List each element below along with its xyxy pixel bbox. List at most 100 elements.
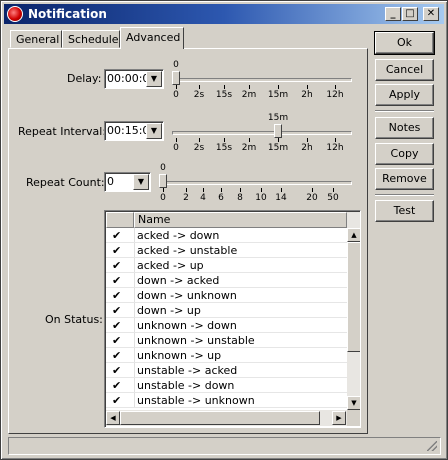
tick-label: 2m: [241, 90, 257, 100]
vertical-scrollbar[interactable]: ▲ ▼: [347, 212, 360, 410]
checkmark-icon[interactable]: ✔: [112, 348, 121, 363]
list-item[interactable]: ✔ down -> up: [106, 303, 347, 318]
grid-line: [106, 407, 347, 408]
repeat-count-slider-value: 0: [160, 163, 166, 173]
checkmark-icon[interactable]: ✔: [112, 318, 121, 333]
tick-label: 0: [160, 193, 166, 203]
grid-line: [134, 243, 135, 258]
list-item[interactable]: ✔ acked -> unstable: [106, 243, 347, 258]
status-bar: [8, 437, 441, 455]
name-column-header[interactable]: Name: [134, 212, 347, 228]
list-item[interactable]: ✔ unknown -> down: [106, 318, 347, 333]
list-item[interactable]: ✔ unknown -> unstable: [106, 333, 347, 348]
checkmark-icon[interactable]: ✔: [112, 288, 121, 303]
tick-label: 15m: [267, 90, 289, 100]
list-item-name: down -> unknown: [137, 289, 237, 302]
list-item-name: down -> up: [137, 304, 201, 317]
checkmark-icon[interactable]: ✔: [112, 303, 121, 318]
tab-general[interactable]: General: [10, 30, 62, 48]
tick-label: 0: [173, 143, 179, 153]
checkmark-icon[interactable]: ✔: [112, 258, 121, 273]
checkmark-icon[interactable]: ✔: [112, 333, 121, 348]
tick-label: 12h: [326, 90, 344, 100]
list-item-name: unknown -> unstable: [137, 334, 255, 347]
list-item[interactable]: ✔ down -> acked: [106, 273, 347, 288]
list-item[interactable]: ✔ acked -> up: [106, 258, 347, 273]
checkmark-icon[interactable]: ✔: [112, 273, 121, 288]
scroll-up-button[interactable]: ▲: [347, 228, 360, 242]
repeat-count-combo[interactable]: 0 ▼: [104, 172, 151, 192]
scroll-left-button[interactable]: ◀: [106, 411, 120, 425]
tick-mark: [278, 85, 279, 89]
apply-button[interactable]: Apply: [375, 84, 434, 106]
tick-mark: [224, 138, 225, 142]
tick-mark: [163, 188, 164, 192]
checkmark-icon[interactable]: ✔: [112, 393, 121, 408]
horizontal-scrollbar[interactable]: ◀ ▶: [106, 410, 347, 426]
checkmark-icon[interactable]: ✔: [112, 363, 121, 378]
list-item[interactable]: ✔ unknown -> up: [106, 348, 347, 363]
tick-mark: [249, 138, 250, 142]
tick-label: 2s: [193, 90, 205, 100]
list-item[interactable]: ✔ unstable -> unknown: [106, 393, 347, 408]
scroll-right-button[interactable]: ▶: [332, 411, 346, 425]
repeat-count-slider[interactable]: 0 0 2 4 6 8 10 14 20 50: [159, 163, 352, 207]
test-button[interactable]: Test: [375, 200, 434, 222]
chevron-down-icon[interactable]: ▼: [146, 71, 162, 87]
tick-label: 12h: [326, 143, 344, 153]
list-item[interactable]: ✔ acked -> down: [106, 228, 347, 243]
repeat-interval-slider[interactable]: 15m 0 2s 15s 2m 15m 2h 12h: [172, 113, 352, 157]
vertical-scroll-thumb[interactable]: [347, 242, 360, 352]
grid-line: [134, 333, 135, 348]
remove-button[interactable]: Remove: [375, 168, 434, 190]
grid-line: [134, 348, 135, 363]
list-item[interactable]: ✔ down -> unknown: [106, 288, 347, 303]
list-item[interactable]: ✔ unstable -> acked: [106, 363, 347, 378]
tick-mark: [176, 138, 177, 142]
tick-label: 14: [275, 193, 287, 203]
check-column-header[interactable]: [106, 212, 134, 228]
tick-mark: [281, 188, 282, 192]
tick-mark: [203, 188, 204, 192]
title-bar[interactable]: Notification _ □ ✕: [4, 4, 444, 24]
checkmark-icon[interactable]: ✔: [112, 378, 121, 393]
ok-button[interactable]: Ok: [374, 31, 435, 55]
chevron-down-icon[interactable]: ▼: [133, 174, 149, 190]
tick-mark: [261, 188, 262, 192]
checkmark-icon[interactable]: ✔: [112, 243, 121, 258]
delay-combo[interactable]: 00:00:00 ▼: [104, 69, 164, 89]
tab-advanced[interactable]: Advanced: [120, 27, 184, 49]
list-item-name: unstable -> down: [137, 379, 235, 392]
close-button[interactable]: ✕: [423, 7, 439, 21]
repeat-interval-slider-thumb[interactable]: [274, 124, 282, 138]
resize-grip-icon[interactable]: [427, 441, 437, 451]
tick-mark: [240, 188, 241, 192]
repeat-interval-combo[interactable]: 00:15:00 ▼: [104, 121, 164, 141]
list-item[interactable]: ✔ unstable -> down: [106, 378, 347, 393]
scroll-down-button[interactable]: ▼: [347, 396, 360, 410]
tick-label: 15s: [215, 90, 233, 100]
chevron-down-icon[interactable]: ▼: [146, 123, 162, 139]
tick-label: 8: [237, 193, 243, 203]
horizontal-scroll-thumb[interactable]: [120, 411, 320, 425]
tick-label: 0: [173, 90, 179, 100]
cancel-button[interactable]: Cancel: [375, 59, 434, 81]
tab-schedule[interactable]: Schedule: [62, 30, 120, 48]
list-item-name: down -> acked: [137, 274, 220, 287]
grid-line: [134, 258, 135, 273]
list-item-name: unknown -> up: [137, 349, 222, 362]
button-separator: [375, 110, 434, 112]
delay-slider-thumb[interactable]: [172, 71, 180, 85]
delay-value: 00:00:00: [107, 72, 147, 85]
tick-mark: [335, 138, 336, 142]
copy-button[interactable]: Copy: [375, 143, 434, 165]
delay-slider[interactable]: 0 0 2s 15s 2m 15m 2h 12h: [172, 60, 352, 104]
checkmark-icon[interactable]: ✔: [112, 228, 121, 243]
on-status-list[interactable]: Name ✔ acked -> down ✔ acked -> unstable ✔ ac…: [104, 210, 361, 428]
maximize-button[interactable]: □: [402, 7, 418, 21]
notes-button[interactable]: Notes: [375, 117, 434, 139]
repeat-count-slider-thumb[interactable]: [159, 174, 167, 188]
on-status-label: On Status:: [45, 313, 103, 326]
minimize-button[interactable]: _: [385, 7, 401, 21]
delay-label: Delay:: [67, 72, 102, 85]
